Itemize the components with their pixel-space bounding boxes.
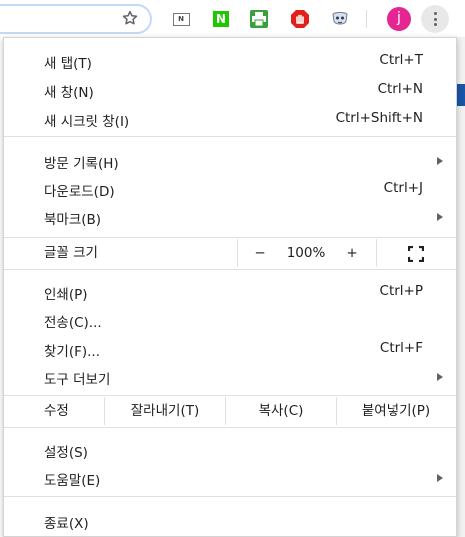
extension-printer-icon[interactable]: [249, 9, 269, 29]
menu-item-find[interactable]: 찾기(F)... Ctrl+F: [4, 334, 456, 362]
menu-item-settings[interactable]: 설정(S): [4, 435, 456, 463]
browser-toolbar: N N j: [0, 0, 465, 37]
menu-separator: [4, 269, 456, 270]
copy-button[interactable]: 복사(C): [226, 397, 336, 425]
menu-item-new-window[interactable]: 새 창(N) Ctrl+N: [4, 75, 456, 103]
menu-item-exit[interactable]: 종료(X): [4, 506, 456, 534]
submenu-arrow-icon: [437, 474, 443, 482]
page-banner-strip: [457, 84, 465, 106]
extension-naver-icon[interactable]: N: [211, 9, 231, 29]
chrome-main-menu: 새 탭(T) Ctrl+T 새 창(N) Ctrl+N 새 시크릿 창(I) C…: [3, 37, 457, 537]
menu-item-print[interactable]: 인쇄(P) Ctrl+P: [4, 277, 456, 305]
zoom-level-value: 100%: [286, 245, 326, 261]
menu-separator: [4, 427, 456, 428]
menu-item-history[interactable]: 방문 기록(H): [4, 146, 456, 174]
menu-separator: [4, 237, 456, 238]
menu-item-more-tools[interactable]: 도구 더보기: [4, 362, 456, 390]
menu-item-bookmarks[interactable]: 북마크(B): [4, 202, 456, 230]
submenu-arrow-icon: [437, 373, 443, 381]
menu-separator: [4, 496, 456, 497]
menu-item-help[interactable]: 도움말(E): [4, 463, 456, 491]
menu-separator: [4, 136, 456, 137]
toolbar-divider: [366, 10, 367, 28]
zoom-row: 글꼴 크기 − 100% +: [4, 239, 456, 267]
extension-mask-icon[interactable]: [330, 9, 350, 29]
menu-item-new-incognito-window[interactable]: 새 시크릿 창(I) Ctrl+Shift+N: [4, 104, 456, 132]
menu-item-new-tab[interactable]: 새 탭(T) Ctrl+T: [4, 46, 456, 74]
edit-label: 수정: [44, 403, 69, 419]
menu-item-cast[interactable]: 전송(C)...: [4, 305, 456, 333]
zoom-label: 글꼴 크기: [44, 245, 98, 261]
submenu-arrow-icon: [437, 157, 443, 165]
zoom-in-button[interactable]: +: [330, 239, 374, 267]
menu-item-downloads[interactable]: 다운로드(D) Ctrl+J: [4, 174, 456, 202]
profile-avatar[interactable]: j: [387, 7, 411, 31]
paste-button[interactable]: 붙여넣기(P): [337, 397, 455, 425]
zoom-out-button[interactable]: −: [238, 239, 282, 267]
cut-button[interactable]: 잘라내기(T): [105, 397, 225, 425]
submenu-arrow-icon: [437, 213, 443, 221]
more-options-icon[interactable]: [421, 5, 449, 33]
fullscreen-icon[interactable]: [408, 246, 424, 262]
extension-stop-hand-icon[interactable]: [290, 9, 310, 29]
menu-separator: [4, 395, 456, 396]
edit-row: 수정 잘라내기(T) 복사(C) 붙여넣기(P): [4, 397, 456, 425]
bookmark-star-icon[interactable]: [121, 9, 139, 27]
extension-naver-outline-icon[interactable]: N: [171, 9, 191, 29]
